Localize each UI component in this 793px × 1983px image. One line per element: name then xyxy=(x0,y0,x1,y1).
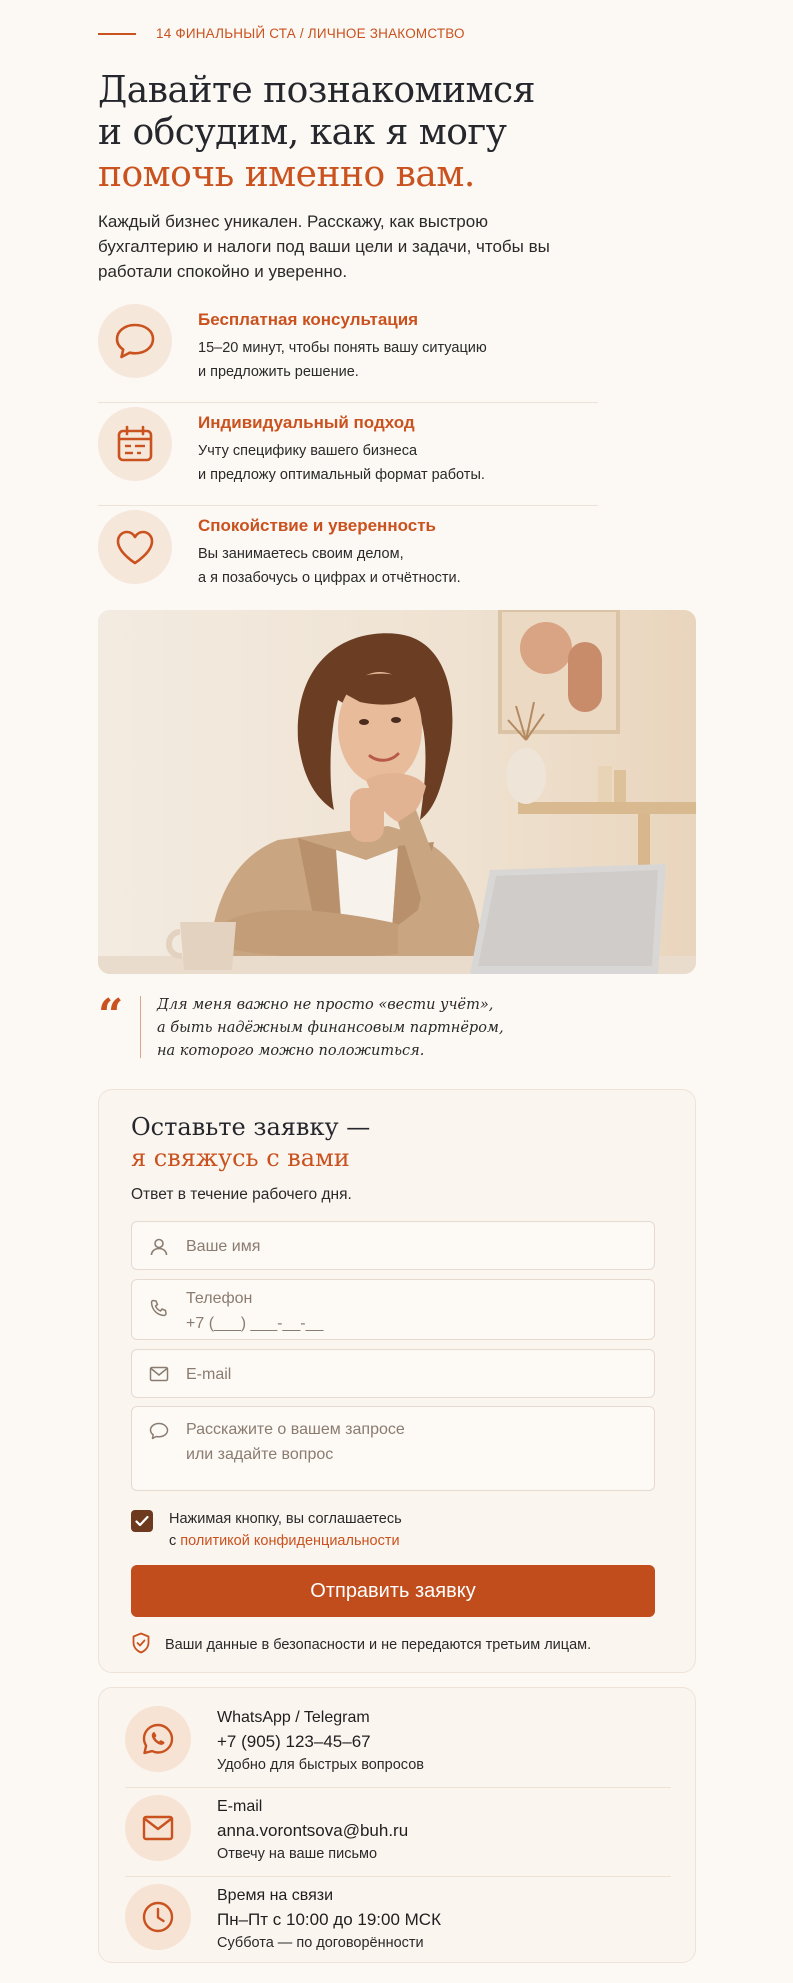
feature-title: Индивидуальный подход xyxy=(198,413,415,432)
quote-line: а быть надёжным финансовым партнёром, xyxy=(157,1020,504,1036)
contact-note: Отвечу на ваше письмо xyxy=(217,1846,378,1862)
feature-desc-line: а я позабочусь о цифрах и отчётности. xyxy=(198,570,461,586)
email-placeholder: E-mail xyxy=(186,1366,232,1383)
feature-desc-line: и предложу оптимальный формат работы. xyxy=(198,467,485,483)
phone-field[interactable]: Телефон +7 (___) ___-__-__ xyxy=(131,1279,655,1340)
eyebrow-text: 14 ФИНАЛЬНЫЙ СТА / ЛИЧНОЕ ЗНАКОМСТВО xyxy=(156,26,465,41)
consent-checkbox[interactable] xyxy=(131,1510,153,1532)
feature-list: Бесплатная консультация 15–20 минут, что… xyxy=(98,300,598,609)
portrait-photo xyxy=(98,610,696,974)
message-placeholder-line: или задайте вопрос xyxy=(186,1446,334,1463)
feature-desc-line: и предложить решение. xyxy=(198,364,359,380)
lead-paragraph: Каждый бизнес уникален. Расскажу, как вы… xyxy=(98,212,550,281)
quote-line: Для меня важно не просто «вести учёт», xyxy=(157,997,494,1013)
feature-desc-line: Вы занимаетесь своим делом, xyxy=(198,546,404,562)
name-placeholder: Ваше имя xyxy=(186,1238,261,1255)
contact-label: E-mail xyxy=(217,1798,263,1815)
contact-label: Время на связи xyxy=(217,1887,334,1904)
feature-desc-line: 15–20 минут, чтобы понять вашу ситуацию xyxy=(198,340,487,356)
feature-title: Бесплатная консультация xyxy=(198,310,419,329)
request-form-card: Оставьте заявку — я свяжусь с вами Ответ… xyxy=(98,1089,696,1673)
feature-desc-line: Учту специфику вашего бизнеса xyxy=(198,443,418,459)
message-field[interactable]: Расскажите о вашем запросе или задайте в… xyxy=(131,1406,655,1491)
chat-bubble-icon xyxy=(98,304,172,378)
form-title: Оставьте заявку — я свяжусь с вами xyxy=(131,1112,370,1174)
form-title-line: Оставьте заявку — xyxy=(131,1113,371,1141)
phone-mask: +7 (___) ___-__-__ xyxy=(186,1315,324,1332)
consent-row: Нажимая кнопку, вы соглашаетесь с полити… xyxy=(131,1508,402,1552)
section-eyebrow: 14 ФИНАЛЬНЫЙ СТА / ЛИЧНОЕ ЗНАКОМСТВО xyxy=(98,26,465,41)
contacts-card: WhatsApp / Telegram +7 (905) 123–45–67 У… xyxy=(98,1687,696,1963)
quote-divider xyxy=(140,996,141,1058)
testimonial-quote: “ Для меня важно не просто «вести учёт»,… xyxy=(98,994,504,1063)
privacy-policy-link[interactable]: политикой конфиденциальности xyxy=(180,1533,399,1549)
contact-row-whatsapp[interactable]: WhatsApp / Telegram +7 (905) 123–45–67 У… xyxy=(125,1700,671,1788)
security-text: Ваши данные в безопасности и не передают… xyxy=(165,1637,592,1653)
mail-icon xyxy=(125,1795,191,1861)
contact-note: Удобно для быстрых вопросов xyxy=(217,1757,424,1773)
title-line-2: и обсудим, как я могу xyxy=(98,112,507,153)
message-placeholder-line: Расскажите о вашем запросе xyxy=(186,1421,405,1438)
title-accent: помочь именно вам. xyxy=(98,154,475,195)
page-title: Давайте познакомимся и обсудим, как я мо… xyxy=(98,70,535,196)
whatsapp-icon xyxy=(125,1706,191,1772)
contact-value[interactable]: +7 (905) 123–45–67 xyxy=(217,1730,424,1754)
comment-icon xyxy=(132,1407,186,1440)
email-field[interactable]: E-mail xyxy=(131,1349,655,1398)
quote-line: на которого можно положиться. xyxy=(157,1043,425,1059)
name-field[interactable]: Ваше имя xyxy=(131,1221,655,1270)
contact-row-email[interactable]: E-mail anna.vorontsova@buh.ru Отвечу на … xyxy=(125,1789,671,1877)
heart-icon xyxy=(98,510,172,584)
contact-label: WhatsApp / Telegram xyxy=(217,1709,370,1726)
submit-button[interactable]: Отправить заявку xyxy=(131,1565,655,1617)
contact-value: Пн–Пт с 10:00 до 19:00 МСК xyxy=(217,1910,441,1929)
feature-item: Индивидуальный подход Учту специфику ваш… xyxy=(98,403,598,506)
eyebrow-line xyxy=(98,32,136,35)
consent-prefix: с xyxy=(169,1533,181,1549)
feature-item: Спокойствие и уверенность Вы занимаетесь… xyxy=(98,506,598,609)
contact-row-hours: Время на связи Пн–Пт с 10:00 до 19:00 МС… xyxy=(125,1878,671,1966)
quote-mark-icon: “ xyxy=(98,990,124,1041)
user-icon xyxy=(132,1222,186,1257)
feature-title: Спокойствие и уверенность xyxy=(198,516,436,535)
clock-icon xyxy=(125,1884,191,1950)
title-line-1: Давайте познакомимся xyxy=(98,70,535,111)
contact-note: Суббота — по договорённости xyxy=(217,1935,424,1951)
phone-label: Телефон xyxy=(186,1290,253,1307)
form-subtitle: Ответ в течение рабочего дня. xyxy=(131,1186,352,1203)
form-title-accent: я свяжусь с вами xyxy=(131,1144,350,1172)
phone-icon xyxy=(132,1280,186,1318)
feature-item: Бесплатная консультация 15–20 минут, что… xyxy=(98,300,598,403)
shield-check-icon xyxy=(131,1632,151,1658)
contact-value[interactable]: anna.vorontsova@buh.ru xyxy=(217,1819,408,1843)
envelope-icon xyxy=(132,1350,186,1382)
security-note: Ваши данные в безопасности и не передают… xyxy=(131,1632,591,1658)
calendar-icon xyxy=(98,407,172,481)
consent-text: Нажимая кнопку, вы соглашаетесь xyxy=(169,1511,402,1527)
